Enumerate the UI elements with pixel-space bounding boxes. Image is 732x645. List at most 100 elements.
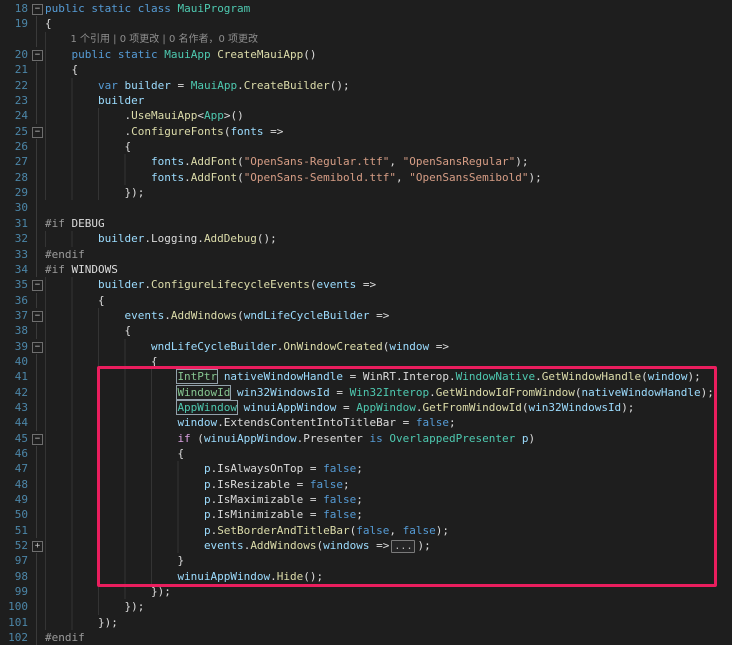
- fold-margin[interactable]: −: [30, 124, 45, 139]
- code-line[interactable]: 31#if DEBUG: [0, 216, 732, 231]
- code-line[interactable]: 18−public static class MauiProgram: [0, 1, 732, 16]
- code-text[interactable]: });: [45, 599, 732, 614]
- code-line[interactable]: 51p.SetBorderAndTitleBar(false, false);: [0, 523, 732, 538]
- fold-margin[interactable]: −: [30, 431, 45, 446]
- code-text[interactable]: builder.ConfigureLifecycleEvents(events …: [45, 277, 732, 292]
- code-line[interactable]: 98winuiAppWindow.Hide();: [0, 569, 732, 584]
- code-text[interactable]: p.IsAlwaysOnTop = false;: [45, 461, 732, 476]
- collapse-region-icon[interactable]: −: [32, 342, 43, 353]
- code-line[interactable]: 39−wndLifeCycleBuilder.OnWindowCreated(w…: [0, 339, 732, 354]
- code-line[interactable]: 47p.IsAlwaysOnTop = false;: [0, 461, 732, 476]
- codelens-references[interactable]: 1 个引用 | 0 项更改 | 0 名作者，0 项更改: [70, 34, 258, 45]
- code-line[interactable]: 35−builder.ConfigureLifecycleEvents(even…: [0, 277, 732, 292]
- code-text[interactable]: winuiAppWindow.Hide();: [45, 569, 732, 584]
- code-text[interactable]: });: [45, 615, 732, 630]
- code-line[interactable]: 97}: [0, 553, 732, 568]
- code-line[interactable]: 41IntPtr nativeWindowHandle = WinRT.Inte…: [0, 369, 732, 384]
- code-text[interactable]: IntPtr nativeWindowHandle = WinRT.Intero…: [45, 369, 732, 384]
- codelens-row[interactable]: 1 个引用 | 0 项更改 | 0 名作者，0 项更改: [0, 32, 732, 47]
- code-line[interactable]: 28fonts.AddFont("OpenSans-Semibold.ttf",…: [0, 170, 732, 185]
- code-line[interactable]: 37−events.AddWindows(wndLifeCycleBuilder…: [0, 308, 732, 323]
- code-line[interactable]: 36{: [0, 293, 732, 308]
- code-line[interactable]: 23builder: [0, 93, 732, 108]
- fold-margin[interactable]: −: [30, 277, 45, 292]
- code-text[interactable]: }: [45, 553, 732, 568]
- collapsed-region-ellipsis[interactable]: ...: [391, 540, 415, 553]
- code-text[interactable]: if (winuiAppWindow.Presenter is Overlapp…: [45, 431, 732, 446]
- code-text[interactable]: public static class MauiProgram: [45, 1, 732, 16]
- code-text[interactable]: #endif: [45, 247, 732, 262]
- code-line[interactable]: 48p.IsResizable = false;: [0, 477, 732, 492]
- code-text[interactable]: });: [45, 584, 732, 599]
- codelens-text[interactable]: 1 个引用 | 0 项更改 | 0 名作者，0 项更改: [45, 32, 732, 47]
- code-text[interactable]: AppWindow winuiAppWindow = AppWindow.Get…: [45, 400, 732, 415]
- code-text[interactable]: .ConfigureFonts(fonts =>: [45, 124, 732, 139]
- code-line[interactable]: 29});: [0, 185, 732, 200]
- code-line[interactable]: 27fonts.AddFont("OpenSans-Regular.ttf", …: [0, 154, 732, 169]
- code-line[interactable]: 34#if WINDOWS: [0, 262, 732, 277]
- code-line[interactable]: 22var builder = MauiApp.CreateBuilder();: [0, 78, 732, 93]
- code-text[interactable]: fonts.AddFont("OpenSans-Regular.ttf", "O…: [45, 154, 732, 169]
- code-line[interactable]: 25−.ConfigureFonts(fonts =>: [0, 124, 732, 139]
- fold-margin[interactable]: −: [30, 308, 45, 323]
- code-line[interactable]: 52+events.AddWindows(windows =>...);: [0, 538, 732, 553]
- code-text[interactable]: p.IsMinimizable = false;: [45, 507, 732, 522]
- code-text[interactable]: window.ExtendsContentIntoTitleBar = fals…: [45, 415, 732, 430]
- fold-margin[interactable]: +: [30, 538, 45, 553]
- code-text[interactable]: #if DEBUG: [45, 216, 732, 231]
- code-text[interactable]: {: [45, 323, 732, 338]
- code-line[interactable]: 30: [0, 200, 732, 215]
- code-line[interactable]: 43AppWindow winuiAppWindow = AppWindow.G…: [0, 400, 732, 415]
- code-line[interactable]: 101});: [0, 615, 732, 630]
- code-text[interactable]: {: [45, 139, 732, 154]
- code-line[interactable]: 24.UseMauiApp<App>(): [0, 108, 732, 123]
- code-line[interactable]: 99});: [0, 584, 732, 599]
- code-text[interactable]: wndLifeCycleBuilder.OnWindowCreated(wind…: [45, 339, 732, 354]
- code-text[interactable]: .UseMauiApp<App>(): [45, 108, 732, 123]
- collapse-region-icon[interactable]: −: [32, 280, 43, 291]
- code-text[interactable]: [45, 200, 732, 215]
- code-line[interactable]: 46{: [0, 446, 732, 461]
- collapse-region-icon[interactable]: −: [32, 434, 43, 445]
- fold-margin[interactable]: −: [30, 1, 45, 16]
- code-text[interactable]: p.IsResizable = false;: [45, 477, 732, 492]
- code-line[interactable]: 100});: [0, 599, 732, 614]
- expand-region-icon[interactable]: +: [32, 541, 43, 552]
- code-text[interactable]: WindowId win32WindowsId = Win32Interop.G…: [45, 385, 732, 400]
- code-text[interactable]: p.IsMaximizable = false;: [45, 492, 732, 507]
- code-line[interactable]: 45−if (winuiAppWindow.Presenter is Overl…: [0, 431, 732, 446]
- code-text[interactable]: builder.Logging.AddDebug();: [45, 231, 732, 246]
- code-text[interactable]: events.AddWindows(windows =>...);: [45, 538, 732, 553]
- code-line[interactable]: 19{: [0, 16, 732, 31]
- fold-margin[interactable]: −: [30, 339, 45, 354]
- code-line[interactable]: 38{: [0, 323, 732, 338]
- code-text[interactable]: public static MauiApp CreateMauiApp(): [45, 47, 732, 62]
- collapse-region-icon[interactable]: −: [32, 50, 43, 61]
- code-line[interactable]: 42WindowId win32WindowsId = Win32Interop…: [0, 385, 732, 400]
- code-line[interactable]: 40{: [0, 354, 732, 369]
- code-line[interactable]: 102#endif: [0, 630, 732, 645]
- code-text[interactable]: var builder = MauiApp.CreateBuilder();: [45, 78, 732, 93]
- code-line[interactable]: 32builder.Logging.AddDebug();: [0, 231, 732, 246]
- code-line[interactable]: 21{: [0, 62, 732, 77]
- code-text[interactable]: {: [45, 354, 732, 369]
- collapse-region-icon[interactable]: −: [32, 311, 43, 322]
- code-line[interactable]: 50p.IsMinimizable = false;: [0, 507, 732, 522]
- collapse-region-icon[interactable]: −: [32, 4, 43, 15]
- code-text[interactable]: #if WINDOWS: [45, 262, 732, 277]
- code-line[interactable]: 44window.ExtendsContentIntoTitleBar = fa…: [0, 415, 732, 430]
- code-text[interactable]: {: [45, 293, 732, 308]
- code-line[interactable]: 33#endif: [0, 247, 732, 262]
- code-text[interactable]: {: [45, 446, 732, 461]
- code-text[interactable]: fonts.AddFont("OpenSans-Semibold.ttf", "…: [45, 170, 732, 185]
- code-text[interactable]: {: [45, 62, 732, 77]
- code-text[interactable]: #endif: [45, 630, 732, 645]
- code-text[interactable]: {: [45, 16, 732, 31]
- code-line[interactable]: 26{: [0, 139, 732, 154]
- code-text[interactable]: });: [45, 185, 732, 200]
- collapse-region-icon[interactable]: −: [32, 127, 43, 138]
- code-line[interactable]: 20−public static MauiApp CreateMauiApp(): [0, 47, 732, 62]
- fold-margin[interactable]: −: [30, 47, 45, 62]
- code-text[interactable]: builder: [45, 93, 732, 108]
- code-line[interactable]: 49p.IsMaximizable = false;: [0, 492, 732, 507]
